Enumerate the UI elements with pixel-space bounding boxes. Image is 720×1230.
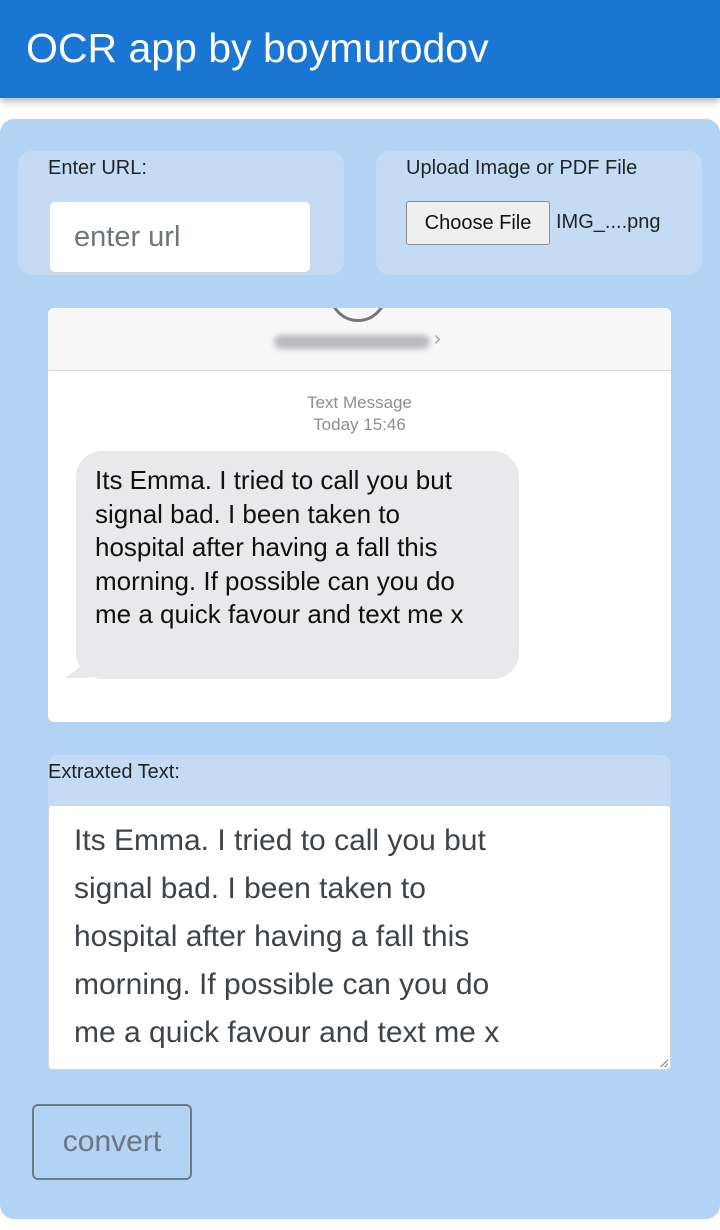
convert-button[interactable]: convert bbox=[32, 1104, 192, 1180]
message-timestamp: Today 15:46 bbox=[313, 415, 406, 434]
message-type: Text Message bbox=[307, 393, 412, 412]
extracted-line: morning. If possible can you do bbox=[74, 968, 490, 1001]
extracted-line: me a quick favour and text me x bbox=[74, 1016, 500, 1049]
message-line: me a quick favour and text me x bbox=[95, 599, 464, 629]
message-line: Its Emma. I tried to call you but bbox=[95, 465, 452, 495]
extracted-line: Its Emma. I tried to call you but bbox=[74, 824, 486, 857]
extracted-text-area[interactable]: Its Emma. I tried to call you but signal… bbox=[48, 805, 671, 1070]
message-line: morning. If possible can you do bbox=[95, 565, 455, 596]
message-bubble: Its Emma. I tried to call you but signal… bbox=[76, 451, 519, 679]
app-title: OCR app by boymurodov bbox=[26, 25, 489, 71]
image-preview: › Text Message Today 15:46 Its Emma. I t… bbox=[48, 308, 671, 722]
upload-label: Upload Image or PDF File bbox=[406, 157, 638, 179]
extracted-line: hospital after having a fall this bbox=[74, 920, 470, 953]
extracted-label: Extraxted Text: bbox=[48, 761, 180, 783]
url-input[interactable] bbox=[49, 201, 311, 273]
extracted-line: signal bad. I been taken to bbox=[74, 872, 426, 905]
message-line: signal bad. I been taken to bbox=[95, 498, 401, 529]
blurred-phone-number bbox=[274, 335, 430, 349]
selected-file-name: IMG_....png bbox=[556, 211, 661, 233]
contact-avatar-icon bbox=[329, 308, 387, 322]
message-header: › bbox=[48, 308, 671, 371]
url-label: Enter URL: bbox=[48, 157, 147, 179]
chevron-right-icon: › bbox=[434, 328, 441, 350]
choose-file-button[interactable]: Choose File bbox=[406, 201, 550, 245]
message-line: hospital after having a fall this bbox=[95, 532, 438, 562]
app-bar: OCR app by boymurodov bbox=[0, 0, 720, 98]
resize-handle-icon[interactable] bbox=[660, 1059, 668, 1067]
